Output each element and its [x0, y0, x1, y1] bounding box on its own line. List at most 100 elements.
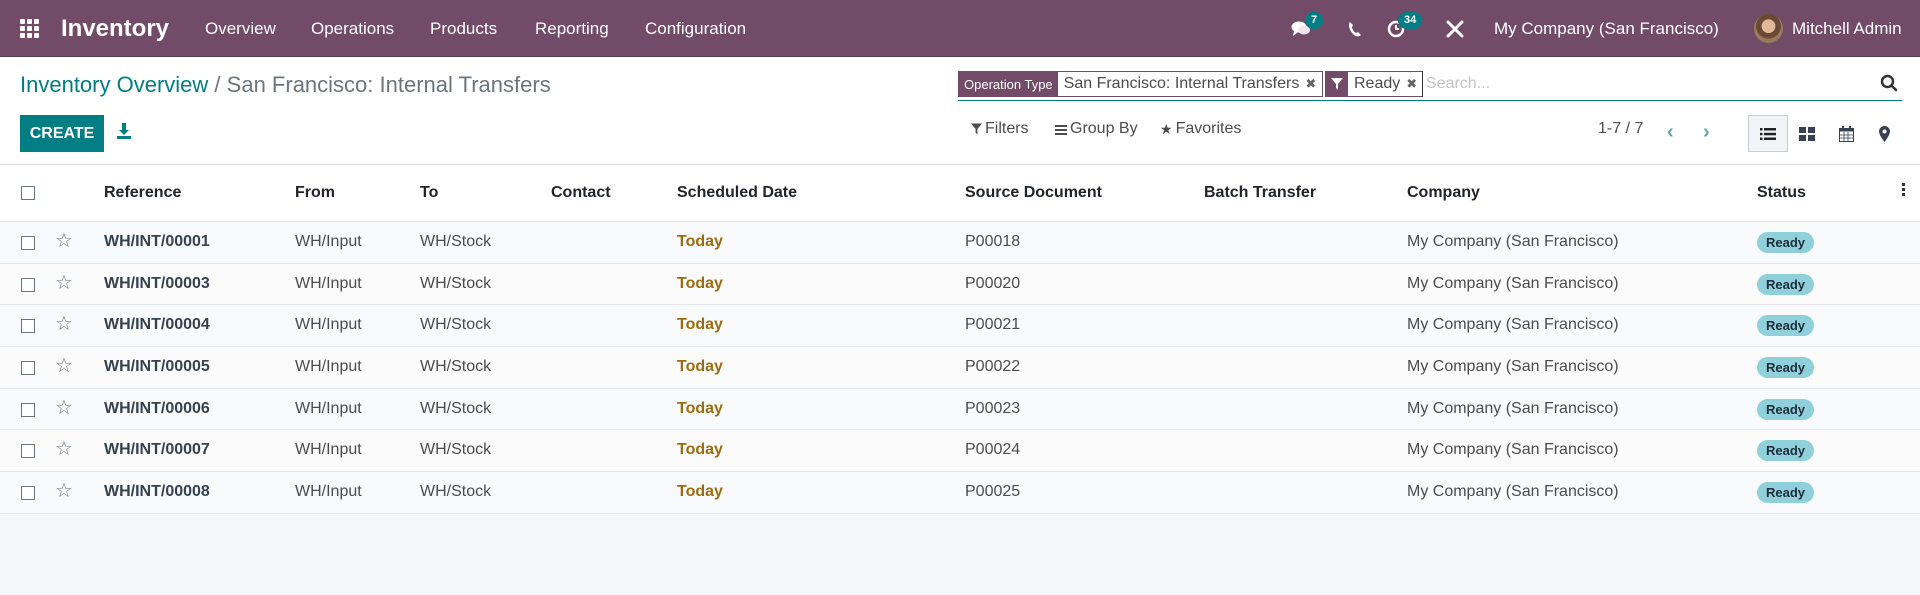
favorites-button[interactable]: ★ Favorites [1160, 120, 1241, 138]
menu-overview[interactable]: Overview [205, 0, 276, 57]
status-badge: Ready [1757, 315, 1815, 337]
debug-tools-button[interactable] [1446, 0, 1464, 57]
row-checkbox[interactable] [21, 319, 35, 334]
remove-facet-icon[interactable]: ✖ [1305, 72, 1322, 96]
user-menu[interactable]: Mitchell Admin [1754, 0, 1902, 57]
table-row[interactable]: ☆ WH/INT/00006 WH/Input WH/Stock Today P… [0, 388, 1920, 431]
column-batch-transfer[interactable]: Batch Transfer [1204, 184, 1316, 202]
group-by-button[interactable]: Group By [1055, 120, 1138, 138]
control-panel: Inventory Overview / San Francisco: Inte… [0, 57, 1920, 165]
map-view-button[interactable] [1864, 115, 1904, 152]
apps-menu-icon[interactable] [20, 0, 42, 57]
priority-star-icon[interactable]: ☆ [55, 273, 73, 293]
pager-previous-icon[interactable]: ‹ [1667, 121, 1674, 144]
priority-star-icon[interactable]: ☆ [55, 356, 73, 376]
map-marker-icon [1878, 125, 1890, 142]
status-badge: Ready [1757, 232, 1815, 253]
status-badge: Ready [1757, 482, 1815, 504]
cell-company: My Company (San Francisco) [1407, 233, 1619, 250]
remove-facet-icon[interactable]: ✖ [1406, 72, 1423, 96]
table-row[interactable]: ☆ WH/INT/00008 WH/Input WH/Stock Today P… [0, 472, 1920, 514]
breadcrumb-parent-link[interactable]: Inventory Overview [20, 72, 208, 97]
table-row[interactable]: ☆ WH/INT/00001 WH/Input WH/Stock Today P… [0, 222, 1920, 264]
column-source-document[interactable]: Source Document [965, 184, 1102, 202]
table-body: ☆ WH/INT/00001 WH/Input WH/Stock Today P… [0, 222, 1920, 514]
user-name: Mitchell Admin [1792, 18, 1902, 38]
cell-reference: WH/INT/00005 [104, 358, 210, 376]
activities-button[interactable] [1387, 0, 1405, 57]
cell-to: WH/Stock [420, 399, 492, 417]
table-row[interactable]: ☆ WH/INT/00003 WH/Input WH/Stock Today P… [0, 263, 1920, 306]
column-contact[interactable]: Contact [551, 184, 611, 202]
breadcrumb-current: San Francisco: Internal Transfers [226, 72, 551, 97]
breadcrumb-separator: / [214, 72, 221, 97]
row-checkbox[interactable] [21, 277, 35, 292]
company-switcher[interactable]: My Company (San Francisco) [1494, 0, 1719, 57]
bars-icon [1055, 124, 1067, 135]
kanban-view-button[interactable] [1787, 115, 1827, 152]
status-badge: Ready [1757, 357, 1815, 379]
cell-company: My Company (San Francisco) [1407, 441, 1619, 459]
search-button[interactable] [1880, 74, 1898, 92]
optional-columns-icon[interactable] [1902, 183, 1906, 198]
transfers-table: Reference From To Contact Scheduled Date… [0, 165, 1920, 514]
status-badge: Ready [1757, 440, 1815, 462]
calendar-icon [1838, 125, 1854, 142]
facet-value: Ready [1354, 75, 1401, 92]
status-badge: Ready [1757, 398, 1815, 420]
messages-button[interactable] [1291, 0, 1311, 57]
cell-source-document: P00025 [965, 483, 1021, 501]
table-row[interactable]: ☆ WH/INT/00005 WH/Input WH/Stock Today P… [0, 347, 1920, 389]
filters-button[interactable]: Filters [971, 120, 1029, 138]
export-button[interactable] [116, 122, 132, 144]
cell-scheduled-date: Today [677, 399, 723, 417]
cell-source-document: P00024 [965, 441, 1021, 459]
cell-scheduled-date: Today [677, 441, 723, 459]
priority-star-icon[interactable]: ☆ [55, 439, 73, 459]
priority-star-icon[interactable]: ☆ [55, 481, 73, 501]
list-view-button[interactable] [1748, 115, 1788, 152]
column-status[interactable]: Status [1757, 184, 1806, 202]
cell-company: My Company (San Francisco) [1407, 399, 1619, 417]
cell-reference: WH/INT/00003 [104, 274, 210, 292]
row-checkbox[interactable] [21, 236, 35, 250]
row-checkbox[interactable] [21, 486, 35, 501]
priority-star-icon[interactable]: ☆ [55, 231, 73, 251]
column-company[interactable]: Company [1407, 184, 1480, 202]
breadcrumb: Inventory Overview / San Francisco: Inte… [20, 72, 551, 98]
priority-star-icon[interactable]: ☆ [55, 314, 73, 334]
priority-star-icon[interactable]: ☆ [55, 398, 73, 418]
top-navbar: Inventory Overview Operations Products R… [0, 0, 1920, 57]
cell-source-document: P00018 [965, 233, 1021, 250]
cell-from: WH/Input [295, 358, 362, 376]
table-row[interactable]: ☆ WH/INT/00004 WH/Input WH/Stock Today P… [0, 305, 1920, 348]
row-checkbox[interactable] [21, 402, 35, 417]
menu-products[interactable]: Products [430, 0, 497, 57]
pager-next-icon[interactable]: › [1703, 121, 1710, 144]
cell-scheduled-date: Today [677, 358, 723, 376]
column-reference[interactable]: Reference [104, 184, 181, 202]
menu-reporting[interactable]: Reporting [535, 0, 609, 57]
cell-scheduled-date: Today [677, 316, 723, 334]
star-icon: ★ [1160, 120, 1173, 137]
column-scheduled-date[interactable]: Scheduled Date [677, 184, 797, 202]
column-to[interactable]: To [420, 184, 438, 202]
column-from[interactable]: From [295, 184, 335, 202]
cell-scheduled-date: Today [677, 483, 723, 501]
calendar-view-button[interactable] [1826, 115, 1866, 152]
facet-filter-ready: Ready ✖ [1325, 71, 1425, 97]
menu-operations[interactable]: Operations [311, 0, 394, 57]
cell-company: My Company (San Francisco) [1407, 316, 1619, 334]
row-checkbox[interactable] [21, 444, 35, 459]
pager-value[interactable]: 1-7 / 7 [1598, 120, 1643, 138]
app-title[interactable]: Inventory [61, 0, 169, 57]
select-all-checkbox[interactable] [21, 186, 35, 200]
row-checkbox[interactable] [21, 361, 35, 376]
table-row[interactable]: ☆ WH/INT/00007 WH/Input WH/Stock Today P… [0, 430, 1920, 473]
search-input[interactable] [1422, 71, 1842, 97]
kanban-icon [1799, 126, 1815, 141]
create-button[interactable]: CREATE [20, 115, 104, 152]
menu-configuration[interactable]: Configuration [645, 0, 746, 57]
phone-button[interactable] [1348, 0, 1362, 57]
activities-count-badge: 34 [1398, 12, 1423, 29]
